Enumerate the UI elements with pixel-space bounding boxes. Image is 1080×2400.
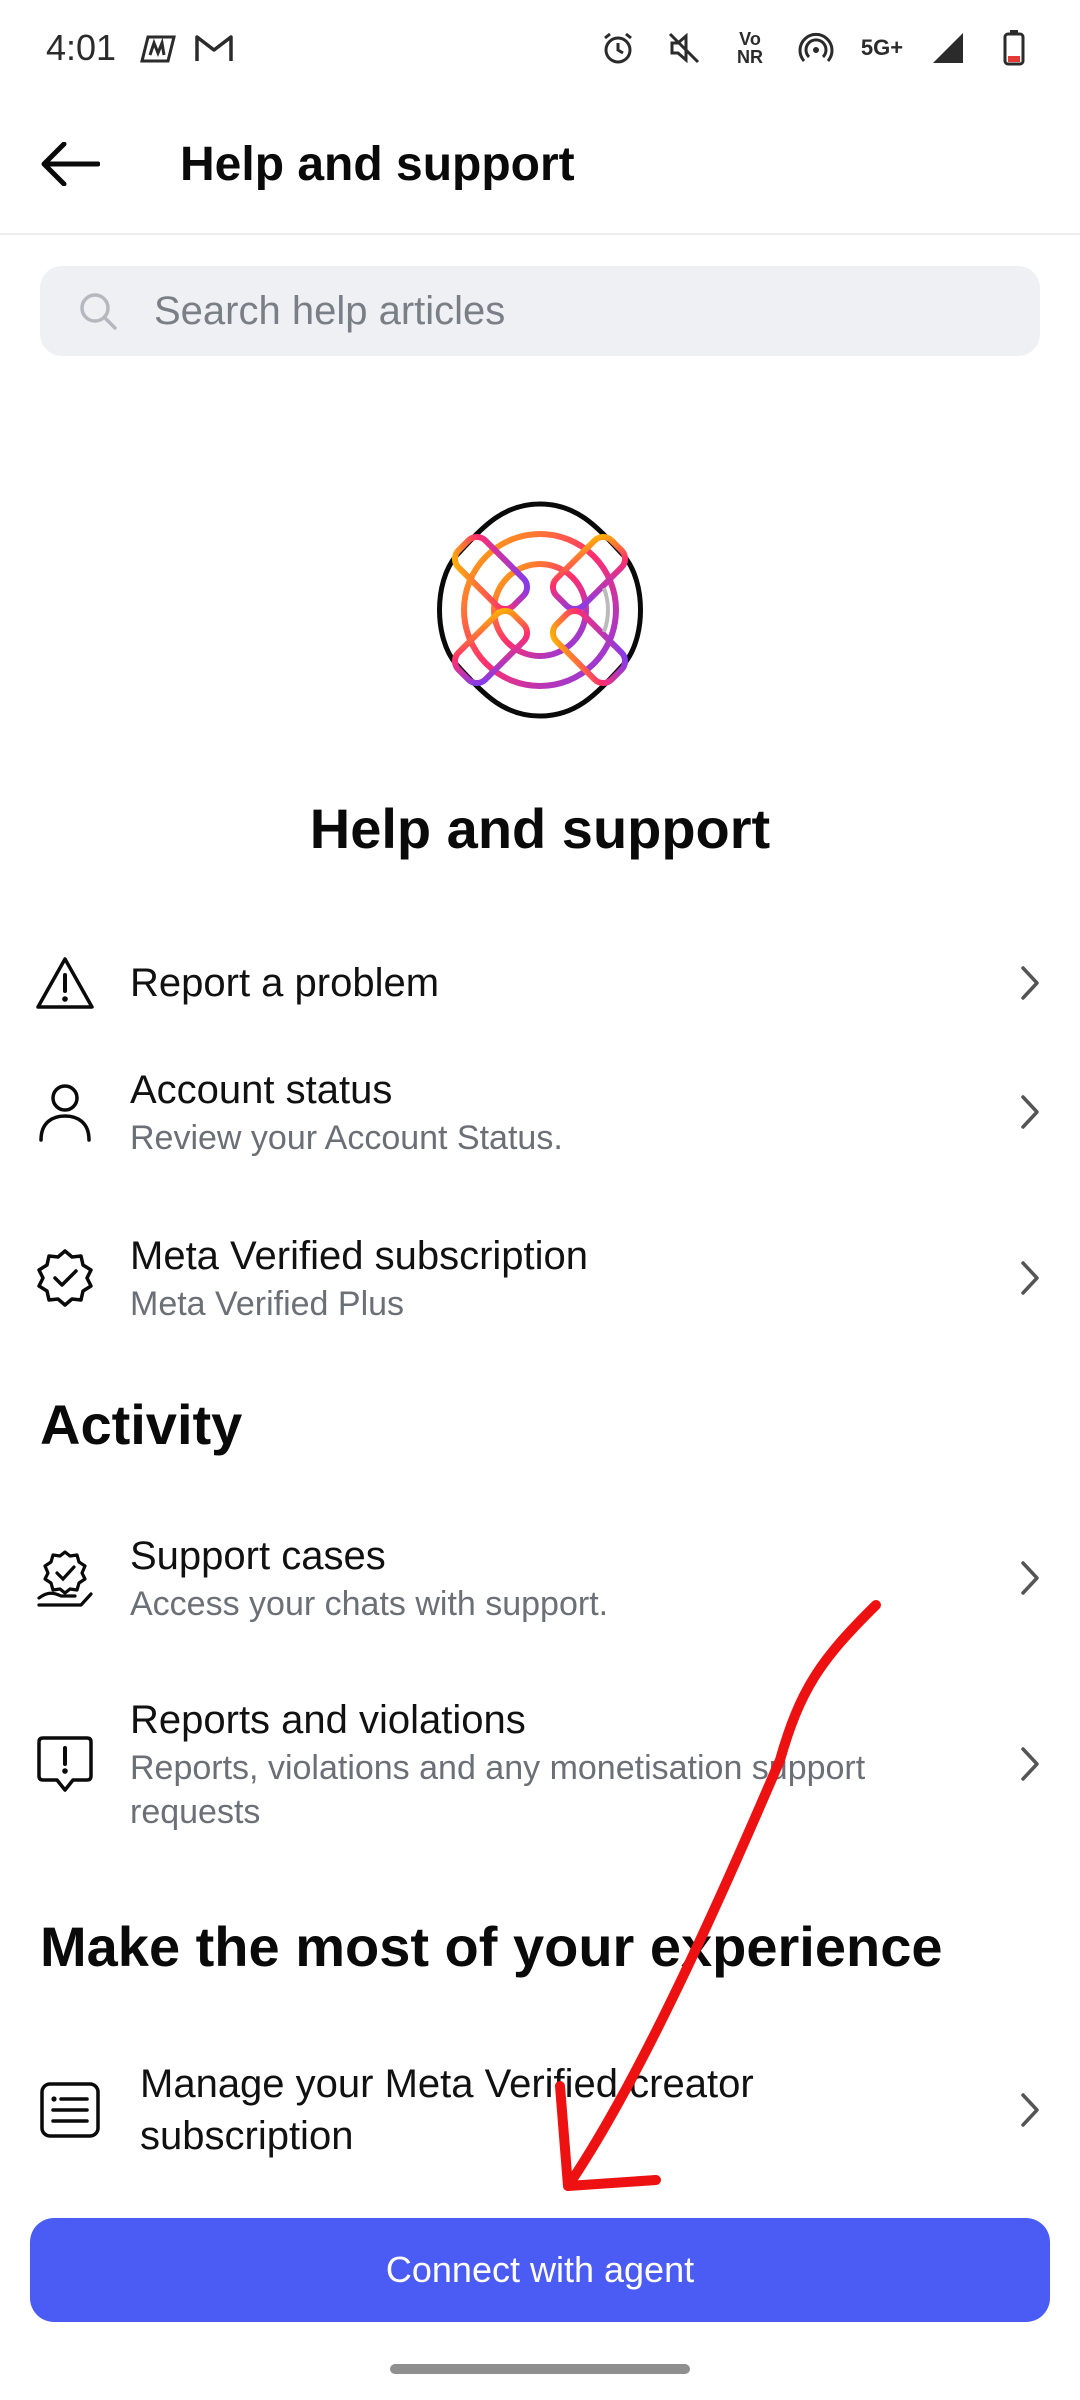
page-title: Help and support: [180, 137, 575, 191]
list-item-title: Meta Verified subscription: [130, 1234, 589, 1278]
alarm-icon: [598, 28, 638, 68]
connect-with-agent-button[interactable]: Connect with agent: [30, 2218, 1050, 2322]
battery-icon: [994, 28, 1034, 68]
list-item-title: Account status: [130, 1068, 393, 1112]
alert-bubble-icon: [37, 1736, 93, 1792]
person-icon: [39, 1084, 91, 1142]
section-heading-experience: Make the most of your experience: [40, 1915, 943, 1978]
list-item-report-problem[interactable]: Report a problem: [0, 928, 1080, 1038]
mute-icon: [664, 28, 704, 68]
chevron-right-icon: [1021, 1095, 1039, 1129]
status-time: 4:01: [46, 26, 117, 68]
status-bar: 4:01 Vo NR 5G+: [0, 0, 1080, 95]
chevron-right-icon: [1021, 1261, 1039, 1295]
list-item-subtitle: Review your Account Status.: [130, 1119, 563, 1157]
support-hand-icon: [37, 1550, 93, 1607]
list-item-title: Reports and violations: [130, 1698, 526, 1742]
gmail-icon: [194, 28, 234, 68]
list-item-subtitle: Reports, violations and any monetisation…: [130, 1749, 866, 1831]
search-input[interactable]: [154, 288, 974, 334]
app-bar: Help and support: [0, 95, 1080, 235]
hotspot-icon: [796, 28, 836, 68]
network-type-label: 5G+: [860, 34, 904, 60]
list-item-subtitle: Meta Verified Plus: [130, 1285, 405, 1323]
chevron-right-icon: [1021, 966, 1039, 1000]
list-item-meta-verified[interactable]: Meta Verified subscription Meta Verified…: [0, 1218, 1080, 1338]
list-item-subtitle: Access your chats with support.: [130, 1585, 609, 1623]
home-indicator[interactable]: [390, 2364, 690, 2374]
list-item-reports-violations[interactable]: Reports and violations Reports, violatio…: [0, 1682, 1080, 1846]
chevron-right-icon: [1021, 2093, 1039, 2127]
annotation-arrow: [555, 1600, 881, 2191]
warning-icon: [36, 957, 94, 1009]
app-notification-icon: [138, 28, 178, 68]
lifebuoy-icon: [437, 501, 643, 719]
search-icon: [80, 293, 117, 330]
search-bar[interactable]: [40, 266, 1040, 356]
document-list-icon: [40, 2082, 100, 2138]
back-button[interactable]: [0, 94, 140, 234]
hero-title: Help and support: [309, 797, 771, 860]
section-heading-activity: Activity: [40, 1393, 243, 1456]
list-item-manage-subscription[interactable]: Manage your Meta Verified creator subscr…: [0, 2050, 1080, 2170]
list-item-account-status[interactable]: Account status Review your Account Statu…: [0, 1052, 1080, 1172]
list-item-title: Report a problem: [130, 961, 440, 1005]
list-item-support-cases[interactable]: Support cases Access your chats with sup…: [0, 1518, 1080, 1638]
verified-badge-icon: [37, 1249, 93, 1307]
list-item-title: Support cases: [130, 1534, 386, 1578]
chevron-right-icon: [1021, 1747, 1039, 1781]
list-item-title: Manage your Meta Verified creator subscr…: [140, 2062, 754, 2158]
volte-indicator: Vo NR: [737, 28, 763, 67]
chevron-right-icon: [1021, 1561, 1039, 1595]
signal-icon: [928, 28, 968, 68]
back-arrow-icon: [41, 142, 100, 186]
